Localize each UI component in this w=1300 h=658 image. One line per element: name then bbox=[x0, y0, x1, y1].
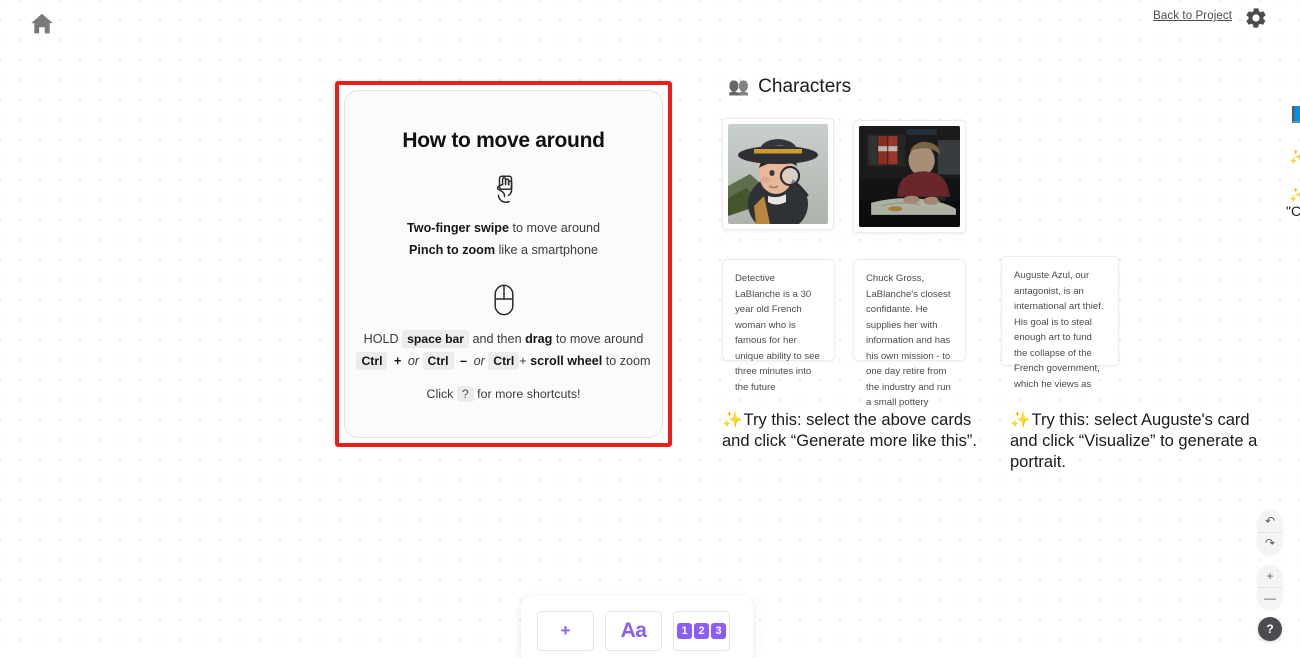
help-button[interactable]: ? bbox=[1258, 617, 1282, 641]
characters-heading: 👥 Characters bbox=[728, 76, 851, 98]
trackpad-zoom-bold: Pinch to zoom bbox=[409, 243, 496, 258]
book-icon: 📘 bbox=[1289, 107, 1300, 124]
text-card-button[interactable]: Aa bbox=[605, 611, 662, 651]
mouse-pan-rest: to move around bbox=[552, 331, 644, 346]
man-at-desk-photo bbox=[859, 126, 960, 227]
key-minus: – bbox=[460, 354, 468, 369]
trackpad-pan-hint: Two-finger swipe to move around bbox=[407, 221, 600, 235]
scroll-wheel-label: scroll wheel bbox=[530, 354, 603, 369]
hold-label: HOLD bbox=[363, 331, 403, 346]
characters-heading-label: Characters bbox=[758, 76, 852, 97]
scroll-post: to zoom bbox=[602, 354, 651, 369]
undo-redo-controls: ↶ ↷ bbox=[1258, 510, 1282, 554]
back-to-project-link[interactable]: Back to Project bbox=[1153, 10, 1232, 22]
key-ctrl-1: Ctrl bbox=[356, 352, 388, 371]
mouse-pan-hint: HOLD space bar and then drag to move aro… bbox=[363, 329, 644, 348]
sparkles-icon: ✨ bbox=[1289, 187, 1300, 204]
redo-button[interactable]: ↷ bbox=[1258, 531, 1282, 555]
trackpad-zoom-hint: Pinch to zoom like a smartphone bbox=[409, 243, 598, 257]
how-to-move-around-card[interactable]: How to move around Two-finger swipe to m… bbox=[344, 90, 663, 438]
scroll-pre: + bbox=[519, 354, 531, 369]
more-shortcuts-rest: for more shortcuts! bbox=[473, 387, 581, 401]
sparkles-icon: ✨ bbox=[722, 411, 743, 429]
zoom-out-button[interactable]: — bbox=[1258, 586, 1282, 610]
try-this-note: ✨Try this: select Auguste's card and cli… bbox=[1010, 410, 1275, 473]
number-chip: 3 bbox=[711, 623, 726, 639]
character-text-card[interactable]: Detective LaBlanche is a 30 year old Fre… bbox=[722, 259, 835, 393]
sparkles-icon: ✨ bbox=[1010, 411, 1031, 429]
key-space-bar: space bar bbox=[402, 329, 470, 348]
people-icon: 👥 bbox=[728, 77, 750, 96]
character-text-card[interactable]: Auguste Azul, our antagonist, is an inte… bbox=[1001, 256, 1119, 390]
detective-woman-portrait bbox=[728, 124, 828, 224]
drag-label: drag bbox=[525, 331, 553, 346]
undo-button[interactable]: ↶ bbox=[1258, 510, 1282, 532]
home-icon[interactable] bbox=[28, 10, 56, 38]
click-label: Click bbox=[426, 387, 457, 401]
or-label-2: or bbox=[473, 354, 485, 369]
key-plus: + bbox=[393, 354, 402, 369]
trackpad-pan-rest: to move around bbox=[508, 221, 600, 235]
zoom-in-button[interactable]: + bbox=[1258, 565, 1282, 587]
try-this-note-text: Try this: select Auguste's card and clic… bbox=[1010, 411, 1258, 472]
key-ctrl-2: Ctrl bbox=[422, 352, 454, 371]
question-mark-key: ? bbox=[456, 386, 474, 402]
zoom-controls: + — bbox=[1258, 565, 1282, 609]
bottom-toolbar: + Aa 1 2 3 bbox=[521, 596, 753, 658]
try-this-note: ✨Try this: select the above cards and cl… bbox=[722, 410, 987, 452]
key-ctrl-3: Ctrl bbox=[488, 352, 520, 371]
how-to-move-around-selection[interactable]: How to move around Two-finger swipe to m… bbox=[335, 81, 672, 447]
number-chip: 2 bbox=[694, 623, 709, 639]
add-card-button[interactable]: + bbox=[537, 611, 594, 651]
character-text-card[interactable]: Chuck Gross, LaBlanche's closest confida… bbox=[853, 259, 966, 408]
character-image-card[interactable] bbox=[853, 120, 966, 233]
character-image-card[interactable] bbox=[722, 118, 834, 230]
page-title: How to move around bbox=[402, 129, 605, 152]
and-then-label: and then bbox=[469, 331, 526, 346]
trackpad-pan-bold: Two-finger swipe bbox=[407, 221, 509, 235]
sparkles-icon: ✨ bbox=[1289, 149, 1300, 166]
two-finger-swipe-icon bbox=[489, 175, 519, 207]
try-this-note-text: Try this: select the above cards and cli… bbox=[722, 411, 977, 451]
gear-icon[interactable] bbox=[1244, 6, 1268, 30]
number-card-button[interactable]: 1 2 3 bbox=[673, 611, 730, 651]
mouse-zoom-hint: Ctrl + or Ctrl – or Ctrl + scroll wheel t… bbox=[356, 352, 651, 371]
trackpad-zoom-rest: like a smartphone bbox=[495, 243, 598, 258]
or-label-1: or bbox=[407, 354, 420, 369]
clipped-quote-text: "C bbox=[1286, 203, 1300, 219]
more-shortcuts-hint: Click ? for more shortcuts! bbox=[426, 386, 581, 402]
mouse-icon bbox=[492, 284, 516, 316]
number-chip: 1 bbox=[677, 623, 692, 639]
